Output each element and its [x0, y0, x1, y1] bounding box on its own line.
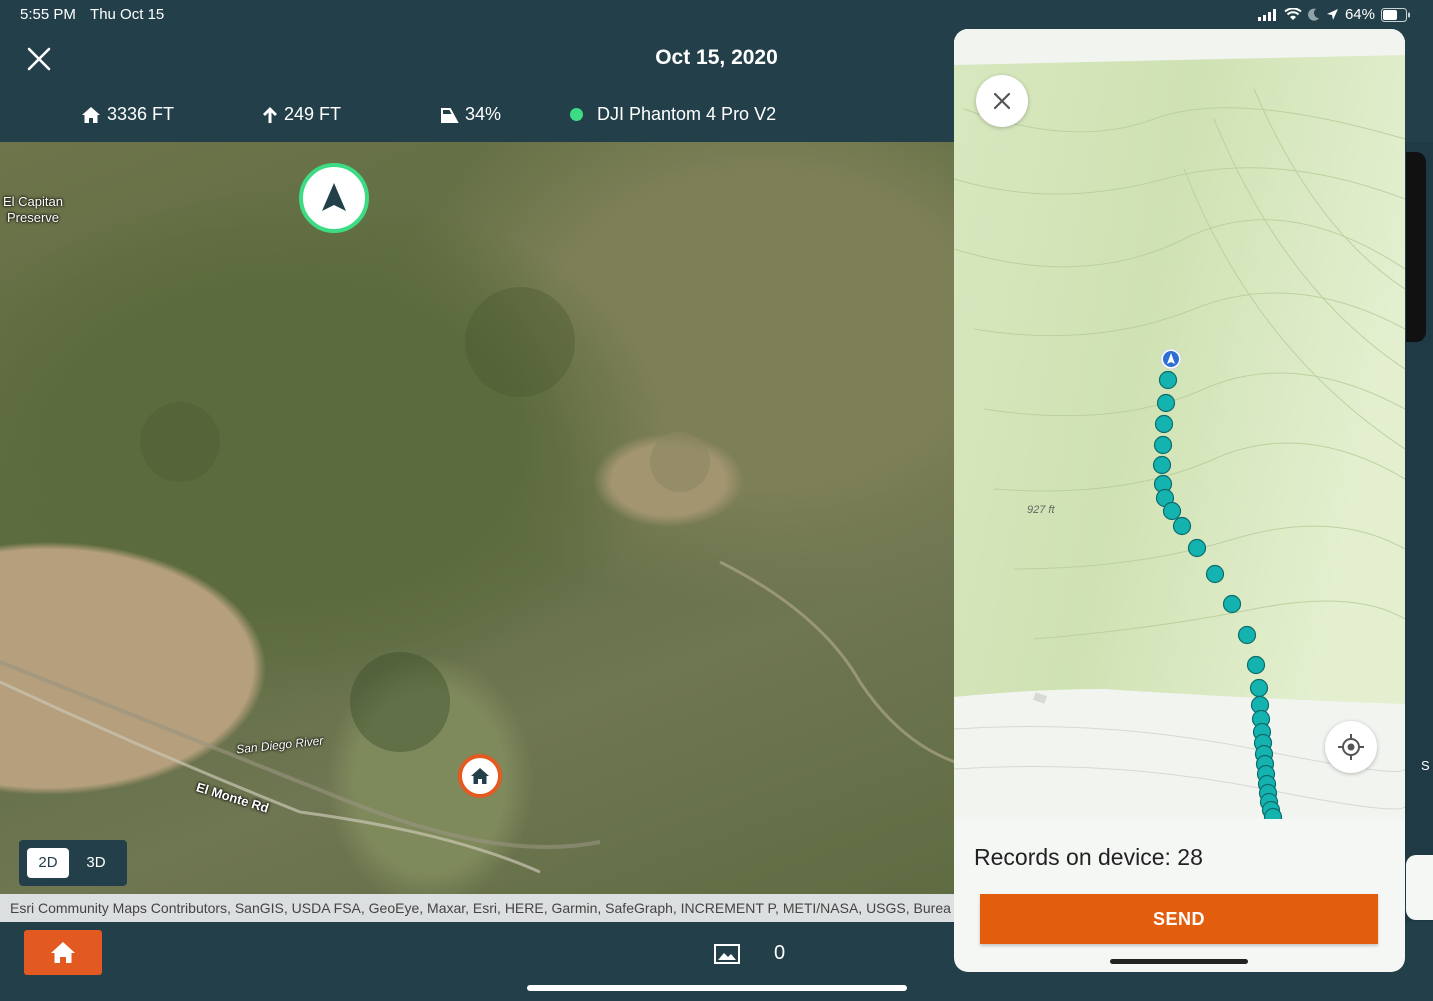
track-point	[1237, 625, 1257, 645]
crosshair-icon	[1338, 734, 1364, 760]
track-point	[1222, 594, 1242, 614]
drone-arrow-icon	[322, 183, 346, 211]
moon-icon	[1307, 8, 1319, 21]
close-icon	[993, 92, 1011, 110]
track-point	[1246, 655, 1266, 675]
track-point	[1152, 455, 1172, 475]
status-battery-percent: 64%	[1344, 6, 1375, 23]
home-indicator[interactable]	[527, 985, 907, 991]
track-point	[1187, 538, 1207, 558]
home-marker-icon	[471, 768, 489, 784]
arrow-up-icon	[263, 106, 277, 123]
status-bar: 5:55 PM Thu Oct 15 64%	[0, 0, 1433, 30]
photo-count: 0	[774, 942, 786, 964]
track-point	[1158, 370, 1178, 390]
locate-button[interactable]	[1325, 721, 1377, 773]
edge-label: S	[1421, 758, 1430, 773]
edge-tab	[1406, 855, 1433, 920]
status-time: 5:55 PM	[20, 6, 76, 23]
track-point	[1162, 501, 1182, 521]
view-mode-toggle: 2D 3D	[19, 840, 127, 886]
battery-icon	[1381, 7, 1410, 22]
records-panel: 927 ft Records on device: 28 SEND	[954, 29, 1405, 972]
status-date: Thu Oct 15	[90, 6, 165, 23]
send-button[interactable]: SEND	[980, 894, 1378, 944]
altitude-value: 249 FT	[284, 104, 342, 124]
view-3d-option[interactable]: 3D	[75, 848, 117, 878]
flight-stats: 3336 FT 249 FT 34% DJI Phantom 4 Pro V2	[0, 104, 950, 128]
image-icon[interactable]	[714, 944, 740, 964]
panel-handle[interactable]	[1110, 959, 1248, 964]
panel-close-button[interactable]	[976, 75, 1028, 127]
track-point	[1205, 564, 1225, 584]
battery-value: 34%	[465, 104, 502, 124]
home-button[interactable]	[24, 930, 102, 975]
topo-map[interactable]: 927 ft	[954, 29, 1405, 819]
preserve-label-line1: El Capitan	[3, 194, 63, 209]
status-right: 64%	[1257, 6, 1411, 23]
preserve-label: El Capitan Preserve	[3, 194, 63, 226]
preserve-label-line2: Preserve	[7, 210, 60, 225]
status-left: 5:55 PM Thu Oct 15	[20, 6, 164, 23]
track-point	[1249, 678, 1269, 698]
elevation-label: 927 ft	[1027, 504, 1055, 516]
signal-icon	[1257, 8, 1276, 21]
records-count: Records on device: 28	[974, 844, 1203, 870]
wifi-icon	[1284, 8, 1302, 20]
home-distance-value: 3336 FT	[107, 104, 175, 124]
satellite-map[interactable]: El Capitan Preserve San Diego River El M…	[0, 142, 955, 894]
track-point	[1153, 435, 1173, 455]
drone-marker[interactable]	[299, 163, 369, 233]
drone-stat: DJI Phantom 4 Pro V2	[570, 104, 776, 125]
flight-track	[1152, 348, 1283, 819]
drone-battery-icon	[441, 107, 459, 123]
home-icon	[82, 106, 100, 123]
home-marker[interactable]	[458, 754, 502, 798]
altitude-stat: 249 FT	[262, 104, 341, 125]
home-distance-stat: 3336 FT	[81, 104, 174, 125]
track-point	[1156, 393, 1176, 413]
view-2d-option[interactable]: 2D	[27, 848, 69, 878]
track-point	[1154, 414, 1174, 434]
side-handle	[1406, 152, 1426, 342]
location-arrow-icon	[1326, 9, 1338, 20]
connection-status-dot	[570, 108, 583, 121]
track-point	[1172, 516, 1192, 536]
track-start-icon	[1160, 348, 1182, 370]
home-icon	[51, 942, 75, 963]
map-attribution: Esri Community Maps Contributors, SanGIS…	[0, 894, 955, 922]
battery-stat: 34%	[440, 104, 501, 125]
drone-name: DJI Phantom 4 Pro V2	[597, 104, 777, 124]
